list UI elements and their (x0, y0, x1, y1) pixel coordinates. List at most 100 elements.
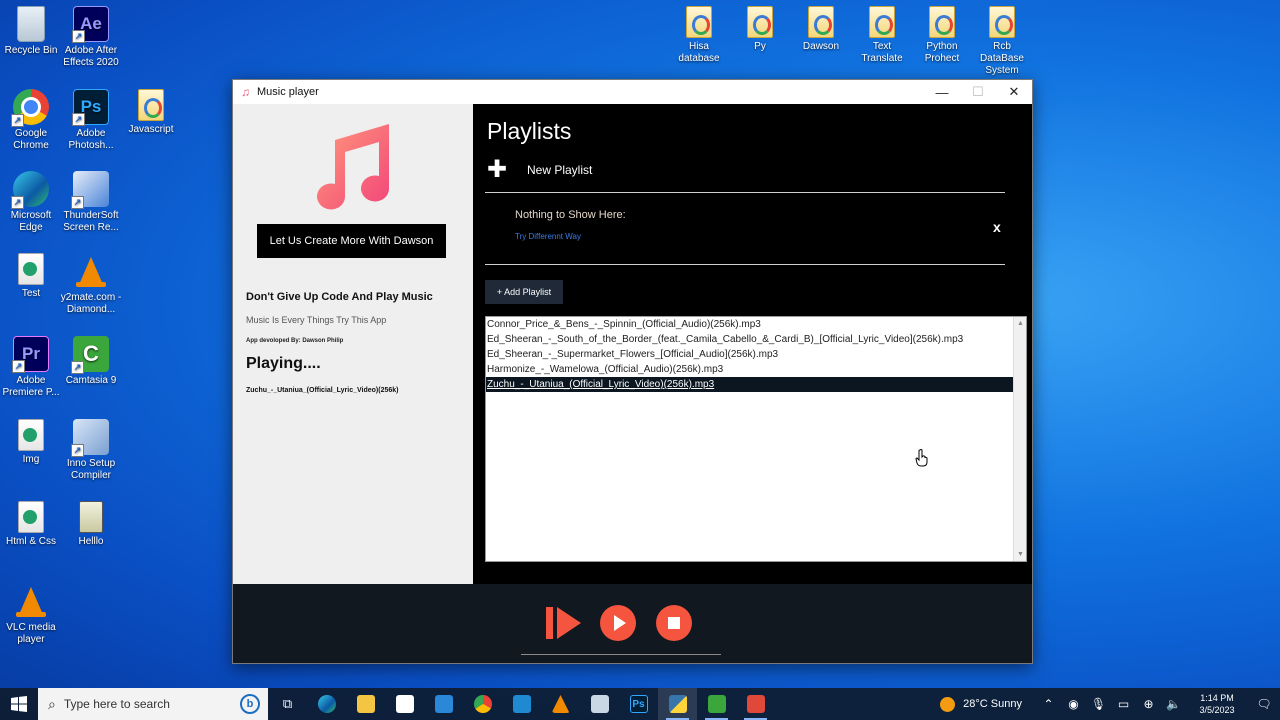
left-pane: Let Us Create More With Dawson Don't Giv… (233, 104, 473, 584)
taskbar-vlc[interactable] (541, 688, 580, 720)
taskbar-store[interactable] (385, 688, 424, 720)
photoshop-icon: Ps (72, 89, 109, 126)
search-icon: ⌕ (48, 695, 56, 712)
file-icon (18, 501, 44, 533)
desktop-icon-recycle-bin[interactable]: Recycle Bin (0, 6, 62, 57)
desktop-icon-label: Google Chrome (13, 128, 49, 151)
desktop-icon-helllo[interactable]: Helllo (60, 501, 122, 548)
desktop-icon-vlc[interactable]: VLC media player (0, 583, 62, 646)
bing-icon[interactable]: b (240, 694, 260, 714)
task-view-icon: ⧉ (282, 696, 293, 711)
song-listbox[interactable]: Connor_Price_&_Bens_-_Spinnin_(Official_… (485, 316, 1027, 562)
search-placeholder: Type here to search (63, 697, 170, 711)
desktop-icon-javascript[interactable]: Javascript (120, 89, 182, 136)
empty-state-link[interactable]: Try Differennt Way (515, 232, 581, 241)
play-icon[interactable] (599, 604, 637, 642)
hand-cursor-icon (915, 449, 928, 467)
close-button[interactable]: ✕ (996, 80, 1032, 104)
taskbar-camtasia[interactable] (697, 688, 736, 720)
vlc-file-icon (73, 253, 109, 289)
desktop-icon-chrome[interactable]: Google Chrome (0, 89, 62, 152)
song-list-item[interactable]: Connor_Price_&_Bens_-_Spinnin_(Official_… (486, 317, 1014, 332)
taskbar-search[interactable]: ⌕ Type here to search b (38, 688, 268, 720)
desktop-icon-label: Adobe Photosh... (68, 128, 114, 151)
taskbar-mail[interactable] (424, 688, 463, 720)
desktop-icon-label: Adobe After Effects 2020 (63, 45, 119, 68)
folder-icon (747, 6, 773, 38)
desktop-icon-label: Microsoft Edge (10, 210, 52, 233)
taskbar-file-explorer[interactable] (346, 688, 385, 720)
vertical-scrollbar[interactable]: ▲ ▼ (1013, 317, 1026, 561)
desktop-icon-photoshop[interactable]: Ps Adobe Photosh... (60, 89, 122, 152)
desktop-icon-text-translate[interactable]: Text Translate (851, 6, 913, 65)
camtasia-recorder-icon (746, 695, 765, 713)
desktop-icon-label: Rcb DataBase System (980, 41, 1024, 76)
scroll-down-arrow-icon[interactable]: ▼ (1014, 548, 1026, 561)
stop-icon[interactable] (655, 604, 693, 642)
battery-icon[interactable]: ▭ (1111, 697, 1136, 711)
add-playlist-button[interactable]: + Add Playlist (485, 280, 563, 304)
network-icon[interactable]: ⊕ (1136, 697, 1161, 711)
title-bar[interactable]: ♫ Music player — ☐ ✕ (233, 80, 1032, 104)
edge-icon (317, 695, 336, 713)
skip-icon[interactable] (545, 604, 583, 642)
weather-text[interactable]: 28°C Sunny (963, 698, 1022, 710)
progress-line[interactable] (521, 654, 721, 655)
taskbar-edge[interactable] (307, 688, 346, 720)
desktop-icon-py[interactable]: Py (729, 6, 791, 53)
desktop-icon-python-prohect[interactable]: Python Prohect (911, 6, 973, 65)
desktop-icon-html-css[interactable]: Html & Css (0, 501, 62, 548)
taskbar-vscode[interactable] (502, 688, 541, 720)
playlists-title: Playlists (487, 118, 572, 144)
song-list-item[interactable]: Ed_Sheeran_-_Supermarket_Flowers_[Offici… (486, 347, 1014, 362)
create-more-button[interactable]: Let Us Create More With Dawson (257, 224, 446, 258)
song-list-item-selected[interactable]: Zuchu_-_Utaniua_(Official_Lyric_Video)(2… (486, 377, 1014, 392)
desktop-icon-dawson[interactable]: Dawson (790, 6, 852, 53)
folder-icon (686, 6, 712, 38)
desktop-icon-label: ThunderSoft Screen Re... (63, 210, 119, 233)
taskbar-screen-recorder[interactable] (580, 688, 619, 720)
chevron-up-icon[interactable]: ⌃ (1036, 697, 1061, 711)
music-player-window: ♫ Music player — ☐ ✕ Let Us Create More … (232, 79, 1033, 664)
desktop-icon-after-effects[interactable]: Ae Adobe After Effects 2020 (60, 6, 122, 69)
task-view-button[interactable]: ⧉ (268, 688, 307, 720)
taskbar-chrome[interactable] (463, 688, 502, 720)
desktop-icon-label: Recycle Bin (4, 45, 58, 56)
file-icon (18, 253, 44, 285)
taskbar-camtasia-recorder[interactable] (736, 688, 775, 720)
song-list-item[interactable]: Ed_Sheeran_-_South_of_the_Border_(feat._… (486, 332, 1014, 347)
start-button[interactable] (0, 688, 38, 720)
desktop-icon-rcb-database[interactable]: Rcb DataBase System (971, 6, 1033, 77)
notification-icon[interactable]: 🗨 (1248, 697, 1280, 711)
desktop-icon-edge[interactable]: Microsoft Edge (0, 171, 62, 234)
desktop-icon-label: Py (754, 41, 766, 52)
desktop-icon-img[interactable]: Img (0, 419, 62, 466)
taskbar-photoshop[interactable]: Ps (619, 688, 658, 720)
desktop-icon-premiere[interactable]: Pr Adobe Premiere P... (0, 336, 62, 399)
maximize-button[interactable]: ☐ (960, 80, 996, 104)
chrome-icon (473, 695, 492, 713)
desktop-icon-thundersoft[interactable]: ThunderSoft Screen Re... (60, 171, 122, 234)
song-list-item[interactable]: Harmonize_-_Wamelowa_(Official_Audio)(25… (486, 362, 1014, 377)
webcam-icon[interactable]: ◉ (1061, 697, 1086, 711)
close-empty-state-button[interactable]: x (993, 219, 1001, 235)
desktop-icon-hisa-database[interactable]: Hisa database (668, 6, 730, 65)
taskbar: ⌕ Type here to search b ⧉ Ps 28°C Sunny … (0, 688, 1280, 720)
recycle-bin-icon (17, 6, 45, 42)
left-subheading: Music Is Every Things Try This App (246, 315, 387, 325)
scroll-up-arrow-icon[interactable]: ▲ (1014, 317, 1026, 330)
desktop-icon-inno-setup[interactable]: Inno Setup Compiler (60, 419, 122, 482)
left-heading: Don't Give Up Code And Play Music (246, 291, 433, 303)
volume-icon[interactable]: 🔈 (1161, 697, 1186, 711)
desktop-icon-camtasia[interactable]: Camtasia 9 (60, 336, 122, 387)
clock[interactable]: 1:14 PM 3/5/2023 (1186, 692, 1248, 716)
minimize-button[interactable]: — (924, 80, 960, 104)
desktop-icon-label: VLC media player (6, 622, 56, 645)
microphone-icon[interactable]: 🎙 (1086, 697, 1111, 711)
new-playlist-button[interactable]: ✚ New Playlist (487, 158, 592, 182)
desktop-icon-test[interactable]: Test (0, 253, 62, 300)
desktop-icon-label: Javascript (128, 124, 174, 135)
thundersoft-icon (71, 171, 109, 209)
taskbar-python[interactable] (658, 688, 697, 720)
desktop-icon-y2mate[interactable]: y2mate.com - Diamond... (60, 253, 122, 316)
